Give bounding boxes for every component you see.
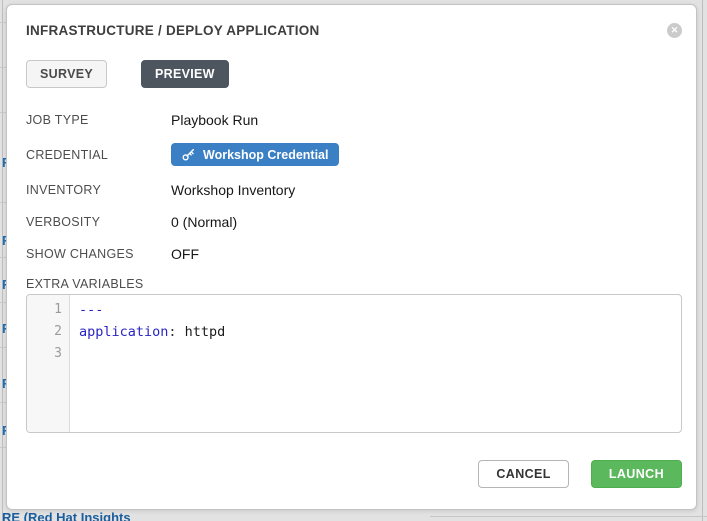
tab-survey[interactable]: SURVEY xyxy=(26,60,107,88)
tab-bar: SURVEY PREVIEW xyxy=(26,60,682,88)
field-row-credential: CREDENTIAL Workshop Credential xyxy=(26,143,682,166)
close-icon[interactable]: ✕ xyxy=(667,23,682,38)
job-type-label: JOB TYPE xyxy=(26,113,171,127)
job-type-value: Playbook Run xyxy=(171,112,258,128)
credential-label: CREDENTIAL xyxy=(26,148,171,162)
yaml-value: httpd xyxy=(177,324,226,340)
page-title: INFRASTRUCTURE / DEPLOY APPLICATION xyxy=(26,23,682,38)
backdrop-left-line xyxy=(2,0,3,521)
inventory-label: INVENTORY xyxy=(26,183,171,197)
verbosity-label: VERBOSITY xyxy=(26,215,171,229)
show-changes-value: OFF xyxy=(171,246,199,262)
field-row-verbosity: VERBOSITY 0 (Normal) xyxy=(26,213,682,231)
yaml-key: application xyxy=(79,324,168,340)
line-number: 1 xyxy=(27,299,62,321)
tab-preview[interactable]: PREVIEW xyxy=(141,60,229,88)
editor-line-number-gutter: 1 2 3 xyxy=(27,295,70,432)
code-line xyxy=(79,343,681,365)
credential-badge[interactable]: Workshop Credential xyxy=(171,143,339,166)
code-line: application: httpd xyxy=(79,321,681,343)
field-row-inventory: INVENTORY Workshop Inventory xyxy=(26,181,682,199)
field-list: JOB TYPE Playbook Run CREDENTIAL Worksho… xyxy=(26,111,682,263)
show-changes-label: SHOW CHANGES xyxy=(26,247,171,261)
launch-button[interactable]: LAUNCH xyxy=(591,460,682,488)
field-row-job-type: JOB TYPE Playbook Run xyxy=(26,111,682,129)
extra-variables-editor[interactable]: 1 2 3 --- application: httpd xyxy=(26,294,682,433)
deploy-application-modal: INFRASTRUCTURE / DEPLOY APPLICATION ✕ SU… xyxy=(6,4,697,510)
backdrop-right-line xyxy=(702,0,703,521)
field-row-show-changes: SHOW CHANGES OFF xyxy=(26,245,682,263)
yaml-colon: : xyxy=(168,324,176,340)
inventory-value: Workshop Inventory xyxy=(171,182,295,198)
background-text-fragment: RE (Red Hat Insights xyxy=(2,511,322,521)
modal-footer: CANCEL LAUNCH xyxy=(26,460,682,488)
line-number: 2 xyxy=(27,321,62,343)
line-number: 3 xyxy=(27,343,62,365)
cancel-button[interactable]: CANCEL xyxy=(478,460,568,488)
editor-code-area: --- application: httpd xyxy=(70,295,681,432)
credential-badge-label: Workshop Credential xyxy=(203,148,328,162)
backdrop-bottom-line xyxy=(430,516,707,517)
key-icon xyxy=(182,148,195,161)
code-line: --- xyxy=(79,299,681,321)
verbosity-value: 0 (Normal) xyxy=(171,214,237,230)
extra-variables-label: EXTRA VARIABLES xyxy=(26,277,682,291)
yaml-doc-start: --- xyxy=(79,302,103,318)
